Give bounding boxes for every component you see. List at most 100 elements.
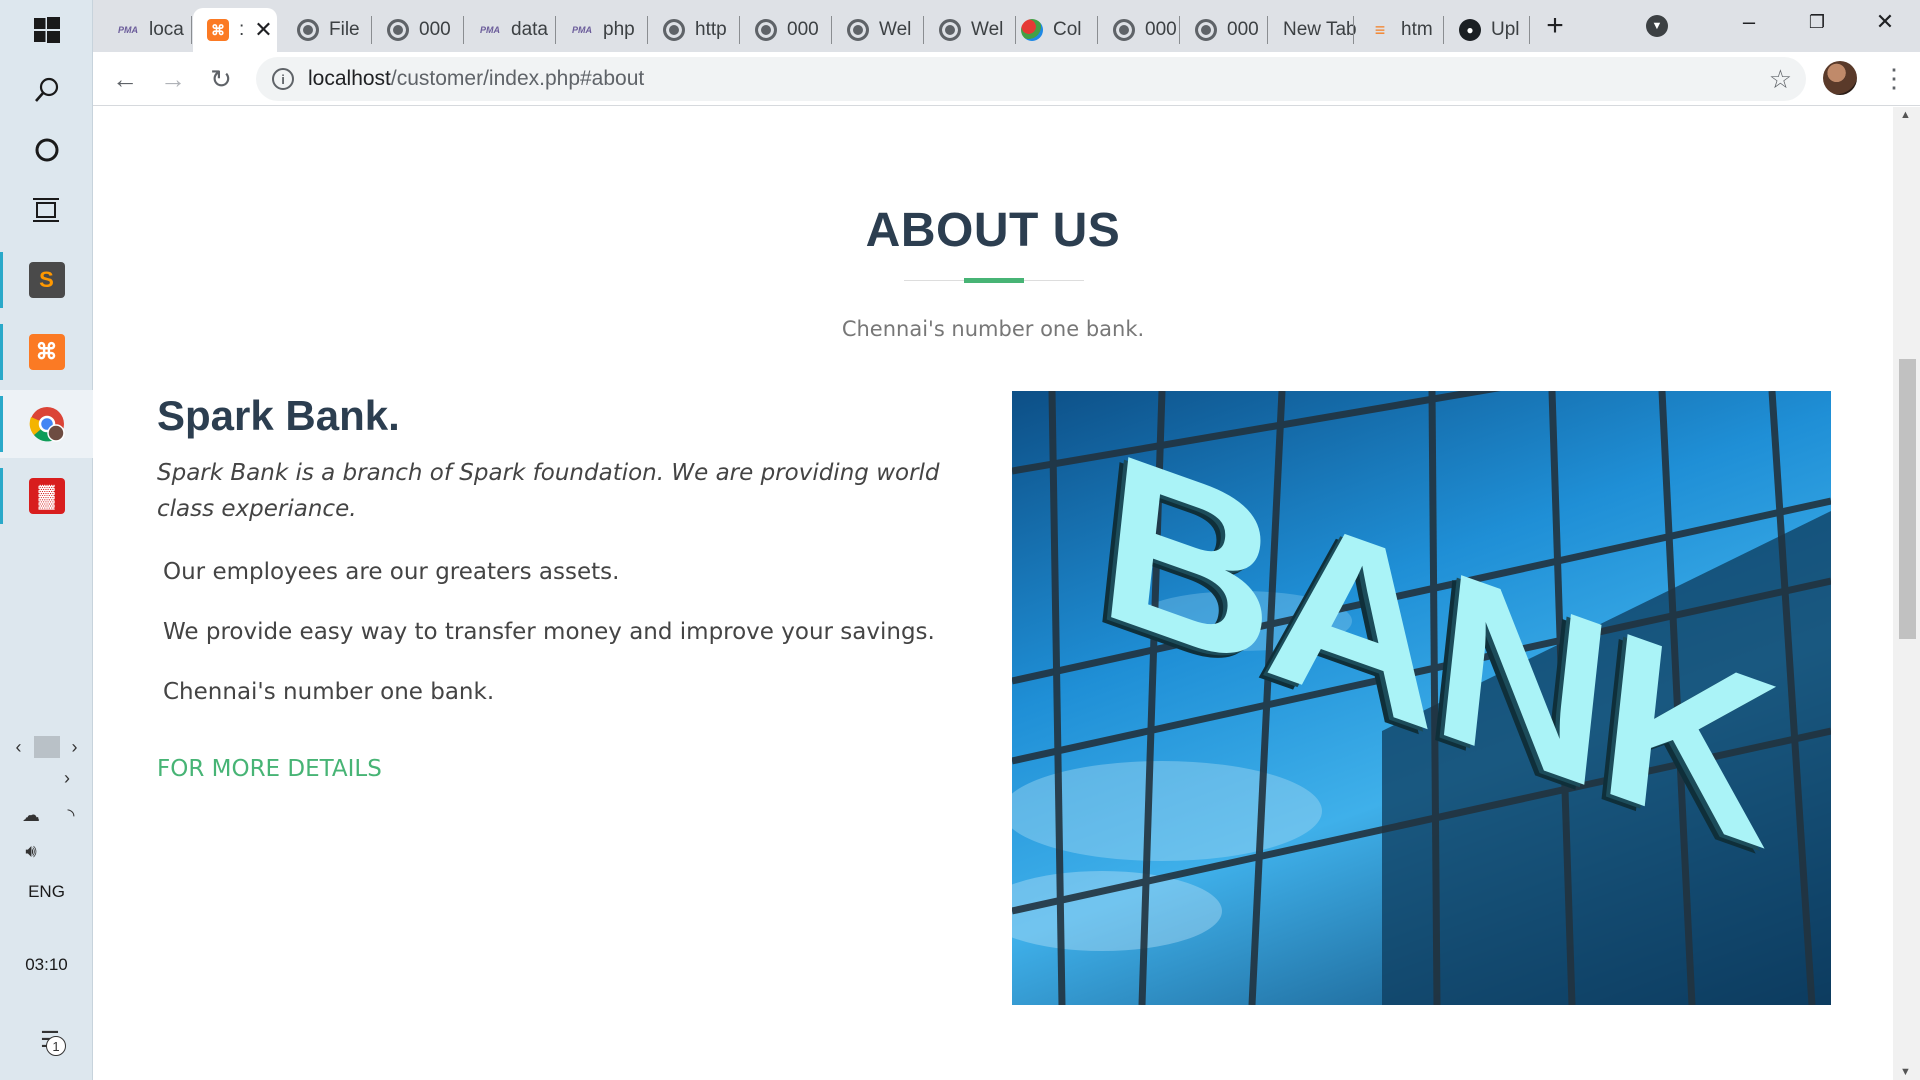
back-button[interactable]: ← xyxy=(105,59,145,99)
info-icon[interactable]: i xyxy=(272,68,294,90)
browser-tab[interactable]: New Tab xyxy=(1269,8,1363,52)
bank-point: Chennai's number one bank. xyxy=(163,679,495,705)
volume-icon[interactable]: 🔊︎ xyxy=(16,836,46,866)
windows-taskbar: S ⌘ ▓ ‹ › › ☁ ◝ 🔊︎ ENG 03:10 ☰ 1 xyxy=(0,0,93,1080)
browser-tab[interactable]: PMA php xyxy=(557,8,645,52)
tab-title: 000 xyxy=(419,19,451,40)
browser-tab[interactable]: 000 xyxy=(1099,8,1187,52)
arrow-right-icon: → xyxy=(160,63,186,94)
taskbar-scroll[interactable]: ‹ › xyxy=(0,733,93,761)
bank-point: We provide easy way to transfer money an… xyxy=(163,619,935,645)
globe-icon xyxy=(387,19,409,41)
more-vertical-icon: ⋮ xyxy=(1881,62,1907,93)
tab-search-button[interactable]: ▼ xyxy=(1623,4,1691,48)
chrome-menu-button[interactable]: ⋮ xyxy=(1879,61,1909,95)
input-language[interactable]: ENG xyxy=(0,882,93,902)
globe-icon xyxy=(1195,19,1217,41)
address-bar[interactable]: i localhost/customer/index.php#about ☆ xyxy=(256,57,1806,101)
section-title: ABOUT US xyxy=(865,204,1121,257)
taskbar-app-chrome[interactable] xyxy=(0,390,93,458)
task-view-button[interactable] xyxy=(0,180,93,240)
browser-tab-active[interactable]: ⌘ : ✕ xyxy=(193,8,277,52)
tab-separator xyxy=(647,16,648,44)
github-icon: ● xyxy=(1459,19,1481,41)
clock[interactable]: 03:10 xyxy=(0,955,93,975)
tab-separator xyxy=(463,16,464,44)
browser-tab[interactable]: ● Upl xyxy=(1445,8,1531,52)
taskbar-app-xampp[interactable]: ⌘ xyxy=(0,318,93,386)
browser-tab[interactable]: PMA data xyxy=(465,8,553,52)
tab-title: data xyxy=(511,19,548,40)
minimize-icon: – xyxy=(1742,9,1756,34)
about-section: ABOUT US Chennai's number one bank. Spar… xyxy=(93,107,1893,1080)
browser-tab[interactable]: PMA loca xyxy=(103,8,185,52)
url-host: localhost xyxy=(308,67,391,90)
action-center-button[interactable]: ☰ 1 xyxy=(30,1020,70,1060)
chevron-right-icon[interactable]: › xyxy=(72,737,78,758)
browser-tab-strip: PMA loca ⌘ : ✕ File 000 PMA data PMA php… xyxy=(93,0,1920,52)
scrollbar-thumb[interactable] xyxy=(1899,359,1916,639)
tab-separator xyxy=(923,16,924,44)
scroll-up-icon[interactable]: ▲ xyxy=(1900,109,1911,121)
bookmark-star-icon[interactable]: ☆ xyxy=(1769,64,1792,95)
tab-title: http xyxy=(695,19,727,40)
taskbar-scroll-thumb[interactable] xyxy=(33,736,60,758)
bank-name-heading: Spark Bank. xyxy=(157,392,400,439)
browser-tab[interactable]: Col xyxy=(1007,8,1095,52)
scroll-down-icon[interactable]: ▼ xyxy=(1900,1066,1911,1078)
forward-button[interactable]: → xyxy=(153,59,193,99)
globe-icon xyxy=(755,19,777,41)
browser-toolbar: ← → ↻ i localhost/customer/index.php#abo… xyxy=(93,52,1920,106)
tab-title: Wel xyxy=(971,19,1004,40)
tab-title: : xyxy=(239,19,245,40)
new-tab-button[interactable]: + xyxy=(1527,4,1583,48)
taskbar-app-filezilla[interactable]: ▓ xyxy=(0,462,93,530)
onedrive-icon[interactable]: ☁ xyxy=(16,800,46,830)
globe-icon xyxy=(663,19,685,41)
taskbar-app-sublime[interactable]: S xyxy=(0,246,93,314)
browser-tab[interactable]: Wel xyxy=(925,8,1013,52)
plus-icon: + xyxy=(1546,9,1564,42)
browser-tab[interactable]: 000 xyxy=(373,8,461,52)
app-tile-icon: ▓ xyxy=(28,478,65,514)
reload-icon: ↻ xyxy=(210,63,232,94)
notification-badge: 1 xyxy=(46,1036,66,1056)
chrome-icon xyxy=(29,407,65,442)
restore-button[interactable]: ❐ xyxy=(1783,0,1851,44)
search-button[interactable] xyxy=(0,60,93,120)
browser-tab[interactable]: 000 xyxy=(1181,8,1269,52)
chevron-right-icon: › xyxy=(64,767,70,788)
tab-title: htm xyxy=(1401,19,1433,40)
tab-title: Upl xyxy=(1491,19,1520,40)
reload-button[interactable]: ↻ xyxy=(201,59,241,99)
browser-tab[interactable]: 000 xyxy=(741,8,829,52)
tab-separator xyxy=(371,16,372,44)
chevron-down-icon: ▼ xyxy=(1646,15,1668,37)
search-icon xyxy=(34,77,58,102)
tab-title: File xyxy=(329,19,360,40)
browser-tab[interactable]: ≡ htm xyxy=(1355,8,1445,52)
xampp-icon: ⌘ xyxy=(207,19,229,41)
cortana-button[interactable] xyxy=(0,120,93,180)
page-scrollbar[interactable]: ▲ ▼ xyxy=(1893,107,1920,1080)
tab-title: loca xyxy=(149,19,184,40)
wifi-icon[interactable]: ◝ xyxy=(56,800,86,830)
close-tab-icon[interactable]: ✕ xyxy=(254,17,272,43)
phpmyadmin-icon: PMA xyxy=(480,25,500,35)
profile-avatar[interactable] xyxy=(1823,61,1857,95)
minimize-button[interactable]: – xyxy=(1715,0,1783,44)
colorful-site-icon xyxy=(1021,19,1043,41)
show-hidden-icons-button[interactable]: › xyxy=(54,765,80,791)
chevron-left-icon[interactable]: ‹ xyxy=(16,737,22,758)
tab-separator xyxy=(1097,16,1098,44)
tab-title: 000 xyxy=(1227,19,1259,40)
globe-icon xyxy=(1113,19,1135,41)
browser-tab[interactable]: http xyxy=(649,8,737,52)
bank-intro-text: Spark Bank is a branch of Spark foundati… xyxy=(157,460,940,522)
more-details-link[interactable]: FOR MORE DETAILS xyxy=(157,756,382,782)
close-window-button[interactable]: ✕ xyxy=(1851,0,1919,44)
browser-tab[interactable]: File xyxy=(283,8,363,52)
start-button[interactable] xyxy=(0,0,93,60)
browser-tab[interactable]: Wel xyxy=(833,8,921,52)
tab-separator xyxy=(191,16,192,44)
